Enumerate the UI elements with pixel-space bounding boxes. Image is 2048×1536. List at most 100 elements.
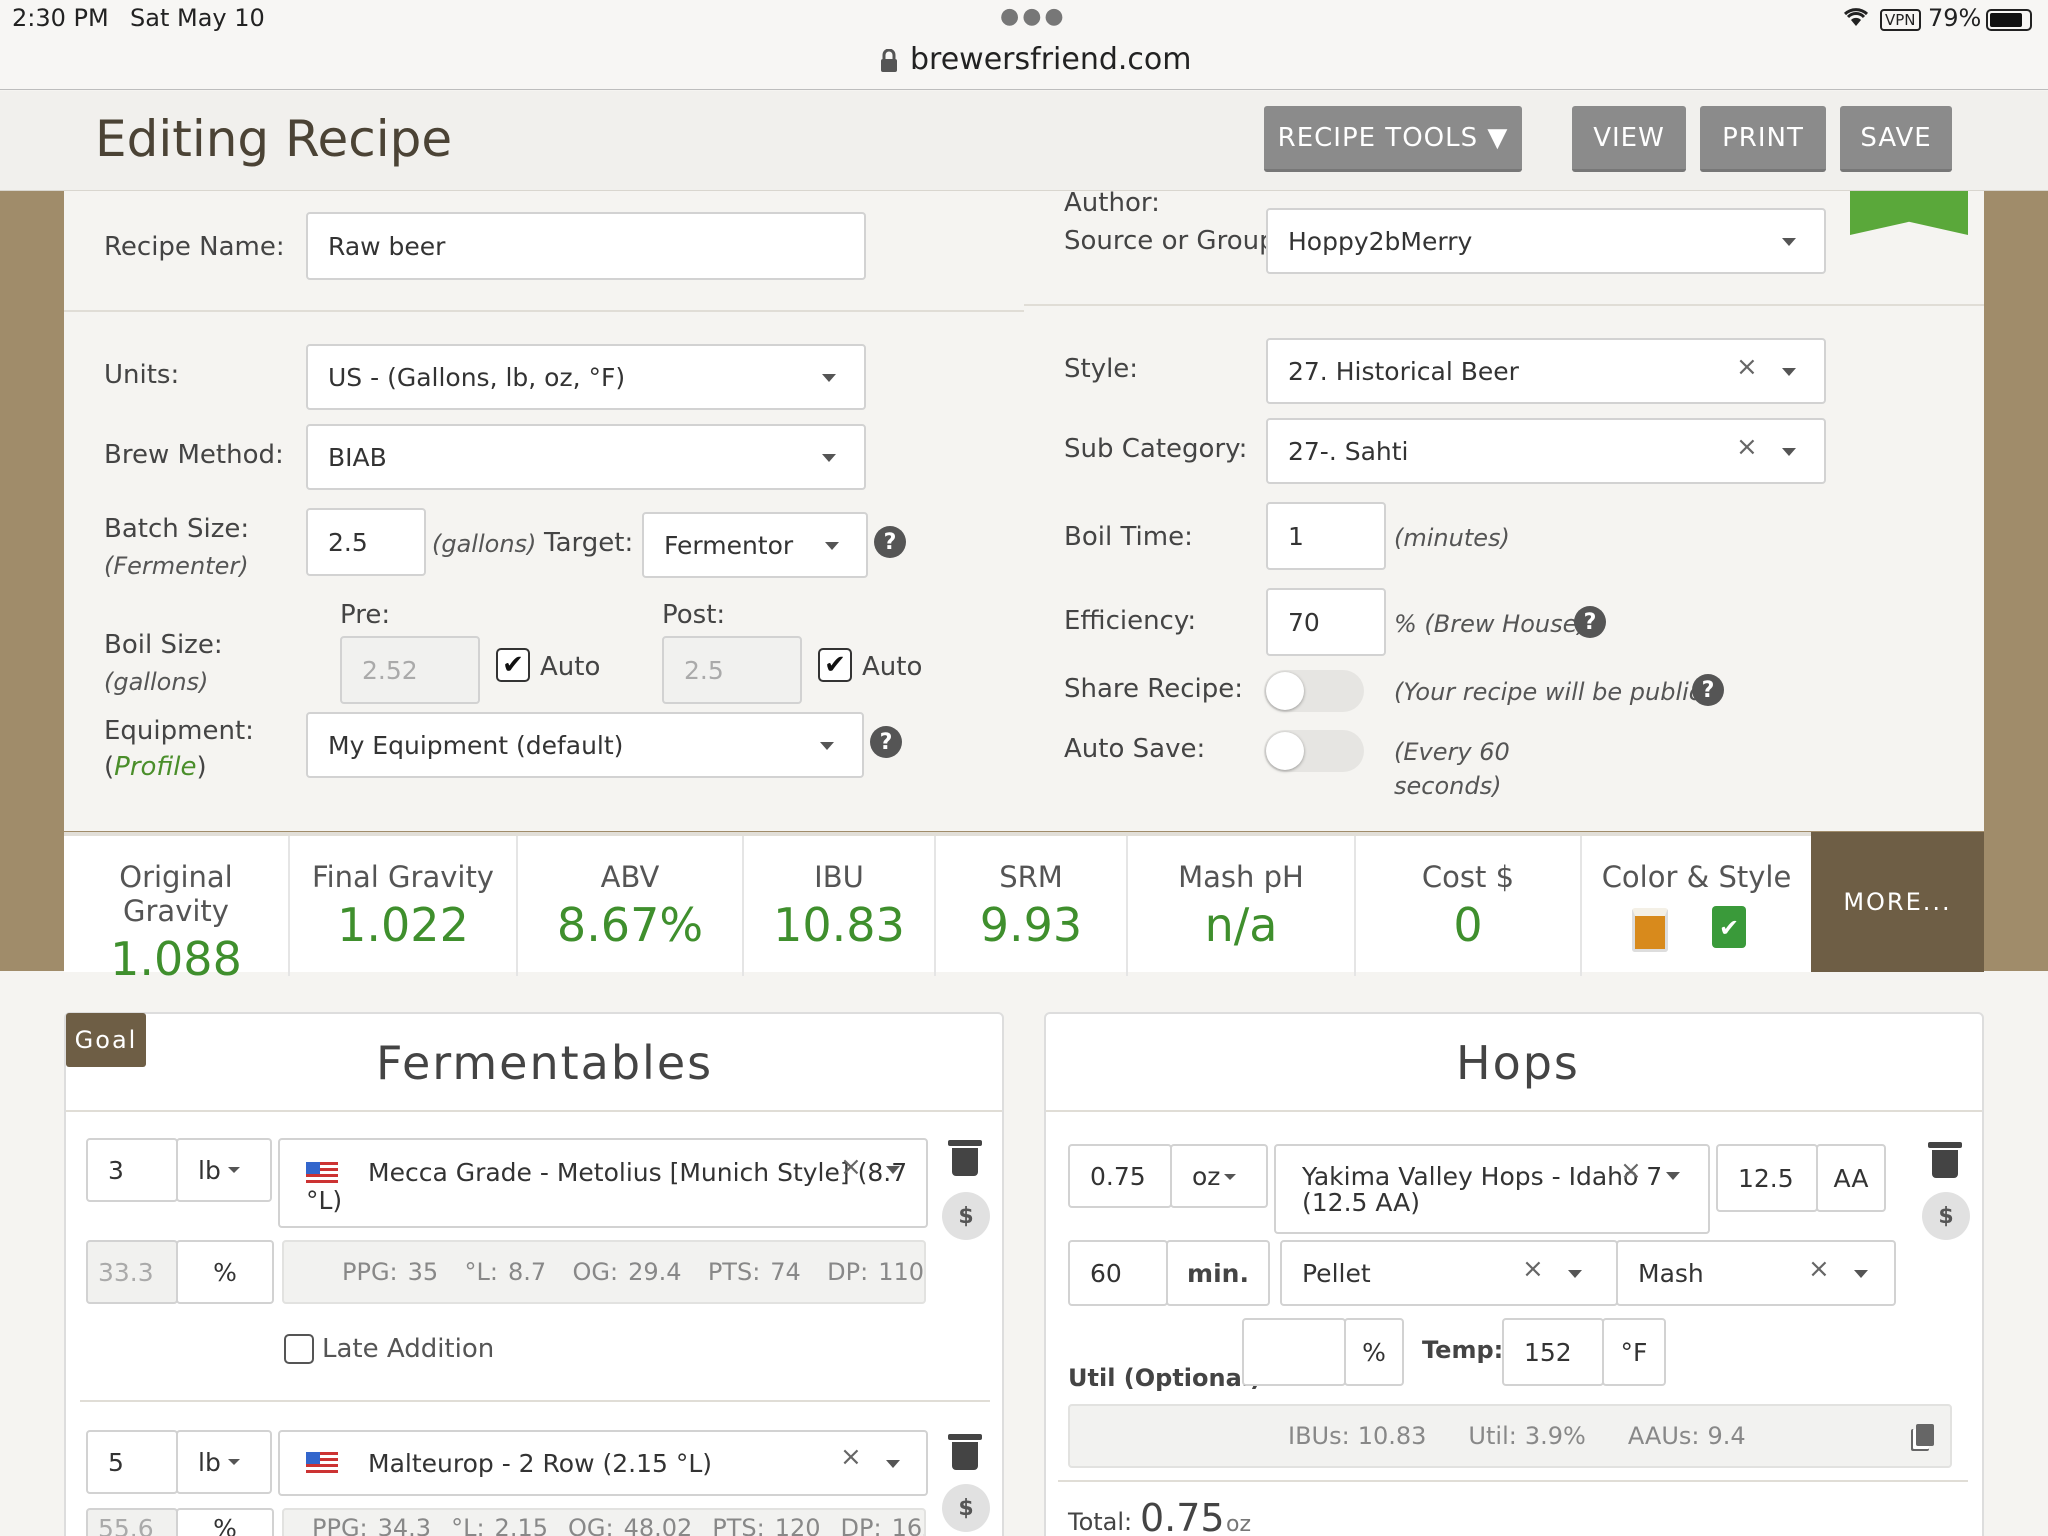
- ferm-info-row: PPG: 35 °L: 8.7 OG: 29.4 PTS: 74 DP: 110: [282, 1240, 926, 1304]
- brew-method-select[interactable]: BIAB: [306, 424, 866, 490]
- status-bar: 2:30 PM Sat May 10 ●●● VPN 79%: [0, 0, 2048, 40]
- stat-cost: Cost $0: [1356, 836, 1582, 976]
- brew-method-value: BIAB: [328, 442, 387, 472]
- view-button[interactable]: VIEW: [1572, 106, 1686, 172]
- clear-icon[interactable]: ×: [840, 1152, 862, 1182]
- chevron-down-icon: [1854, 1270, 1868, 1278]
- hop-time-unit: min.: [1166, 1240, 1270, 1306]
- battery-percent: 79%: [1928, 4, 1982, 32]
- divider: [66, 1110, 1002, 1112]
- boil-time-input[interactable]: 1: [1266, 502, 1386, 570]
- clear-icon[interactable]: ×: [1736, 432, 1758, 462]
- more-dots-icon[interactable]: ●●●: [1000, 4, 1067, 29]
- hop-total-label: Total:: [1068, 1508, 1133, 1536]
- target-label: Target:: [544, 528, 634, 558]
- hop-name-select[interactable]: Yakima Valley Hops - Idaho 7 (12.5 AA): [1274, 1144, 1710, 1234]
- boil-time-label: Boil Time:: [1064, 522, 1193, 552]
- ferm-name-select[interactable]: Mecca Grade - Metolius [Munich Style] (8…: [278, 1138, 928, 1228]
- stat-srm: SRM 9.93: [936, 836, 1128, 976]
- profile-link[interactable]: Profile: [114, 752, 196, 782]
- late-addition-checkbox[interactable]: [284, 1334, 314, 1364]
- author-value: Hoppy2bMerry: [1288, 226, 1473, 256]
- author-select[interactable]: Hoppy2bMerry: [1266, 208, 1826, 274]
- url-text[interactable]: brewersfriend.com: [910, 42, 1191, 77]
- vpn-badge: VPN: [1880, 9, 1921, 31]
- batch-size-unit: (gallons): [432, 530, 537, 558]
- ferm-percent-input[interactable]: 55.6: [86, 1508, 178, 1536]
- beer-mug-icon: [1632, 908, 1668, 952]
- trash-icon[interactable]: [1928, 1142, 1962, 1178]
- clear-icon[interactable]: ×: [1620, 1156, 1642, 1186]
- stat-abv: ABV 8.67%: [518, 836, 744, 976]
- units-select[interactable]: US - (Gallons, lb, oz, °F): [306, 344, 866, 410]
- style-value: 27. Historical Beer: [1288, 356, 1519, 386]
- help-icon[interactable]: ?: [874, 526, 906, 558]
- style-label: Style:: [1064, 354, 1139, 384]
- hop-total-unit: oz: [1226, 1512, 1252, 1536]
- chevron-down-icon: [1782, 368, 1796, 376]
- hop-time-input[interactable]: 60: [1068, 1240, 1168, 1306]
- share-recipe-note: (Your recipe will be public): [1394, 678, 1712, 706]
- util-label: Util (Optional):: [1068, 1364, 1271, 1392]
- print-button[interactable]: PRINT: [1700, 106, 1826, 172]
- hop-unit-select[interactable]: oz: [1170, 1144, 1268, 1208]
- chevron-down-icon: [822, 374, 836, 382]
- help-icon[interactable]: ?: [870, 726, 902, 758]
- clear-icon[interactable]: ×: [1736, 352, 1758, 382]
- ferm-name-select[interactable]: Malteurop - 2 Row (2.15 °L): [278, 1430, 928, 1496]
- page-title: Editing Recipe: [95, 110, 453, 168]
- chevron-down-icon: [1224, 1174, 1236, 1180]
- equipment-select[interactable]: My Equipment (default): [306, 712, 864, 778]
- ferm-percent-input[interactable]: 33.3: [86, 1240, 178, 1304]
- cost-button[interactable]: $: [942, 1484, 990, 1532]
- post-auto-checkbox[interactable]: ✔: [818, 648, 852, 682]
- boil-size-sublabel: (gallons): [104, 668, 209, 696]
- copy-icon[interactable]: [1916, 1424, 1934, 1446]
- temp-label: Temp:: [1422, 1336, 1504, 1364]
- equipment-label: Equipment:: [104, 716, 254, 746]
- clipboard-check-icon[interactable]: ✔: [1712, 906, 1746, 948]
- author-label: Author:: [1064, 188, 1160, 218]
- units-value: US - (Gallons, lb, oz, °F): [328, 362, 626, 392]
- batch-size-label: Batch Size:: [104, 514, 250, 544]
- pre-auto-checkbox[interactable]: ✔: [496, 648, 530, 682]
- hop-amount-input[interactable]: 0.75: [1068, 1144, 1172, 1208]
- cost-button[interactable]: $: [1922, 1192, 1970, 1240]
- clear-icon[interactable]: ×: [1522, 1254, 1544, 1284]
- ferm-amount-input[interactable]: 3: [86, 1138, 178, 1202]
- efficiency-input[interactable]: 70: [1266, 588, 1386, 656]
- more-button[interactable]: MORE...: [1811, 832, 1984, 972]
- ferm-percent-label: %: [176, 1240, 274, 1304]
- ferm-amount-input[interactable]: 5: [86, 1430, 178, 1494]
- ferm-info-row: PPG:34.3 °L:2.15 OG:48.02 PTS:120 DP:162: [282, 1508, 926, 1536]
- save-button[interactable]: SAVE: [1840, 106, 1952, 172]
- chevron-down-icon: [886, 1166, 900, 1174]
- chevron-down-icon: [228, 1459, 240, 1465]
- url-bar[interactable]: brewersfriend.com: [0, 40, 2048, 90]
- divider: [80, 1400, 990, 1402]
- trash-icon[interactable]: [948, 1434, 982, 1470]
- ferm-unit-select[interactable]: lb: [176, 1430, 272, 1494]
- cost-button[interactable]: $: [942, 1192, 990, 1240]
- help-icon[interactable]: ?: [1574, 606, 1606, 638]
- trash-icon[interactable]: [948, 1140, 982, 1176]
- hop-aa-input[interactable]: 12.5: [1716, 1144, 1818, 1212]
- hop-total-value: 0.75: [1140, 1496, 1225, 1536]
- batch-size-input[interactable]: 2.5: [306, 508, 426, 576]
- util-input[interactable]: [1242, 1318, 1346, 1386]
- recipe-tools-button[interactable]: RECIPE TOOLS ▼: [1264, 106, 1522, 172]
- share-recipe-toggle[interactable]: [1264, 670, 1364, 712]
- pre-boil-input[interactable]: 2.52: [340, 636, 480, 704]
- clear-icon[interactable]: ×: [840, 1442, 862, 1472]
- ferm-unit-select[interactable]: lb: [176, 1138, 272, 1202]
- boil-time-unit: (minutes): [1394, 524, 1510, 552]
- auto-save-toggle[interactable]: [1264, 730, 1364, 772]
- post-boil-input[interactable]: 2.5: [662, 636, 802, 704]
- temp-input[interactable]: 152: [1502, 1318, 1604, 1386]
- chevron-down-icon: [1666, 1172, 1680, 1180]
- recipe-name-input[interactable]: Raw beer: [306, 212, 866, 280]
- help-icon[interactable]: ?: [1692, 674, 1724, 706]
- clear-icon[interactable]: ×: [1808, 1254, 1830, 1284]
- goal-badge[interactable]: Goal: [66, 1013, 146, 1067]
- hops-title: Hops: [1456, 1036, 1580, 1090]
